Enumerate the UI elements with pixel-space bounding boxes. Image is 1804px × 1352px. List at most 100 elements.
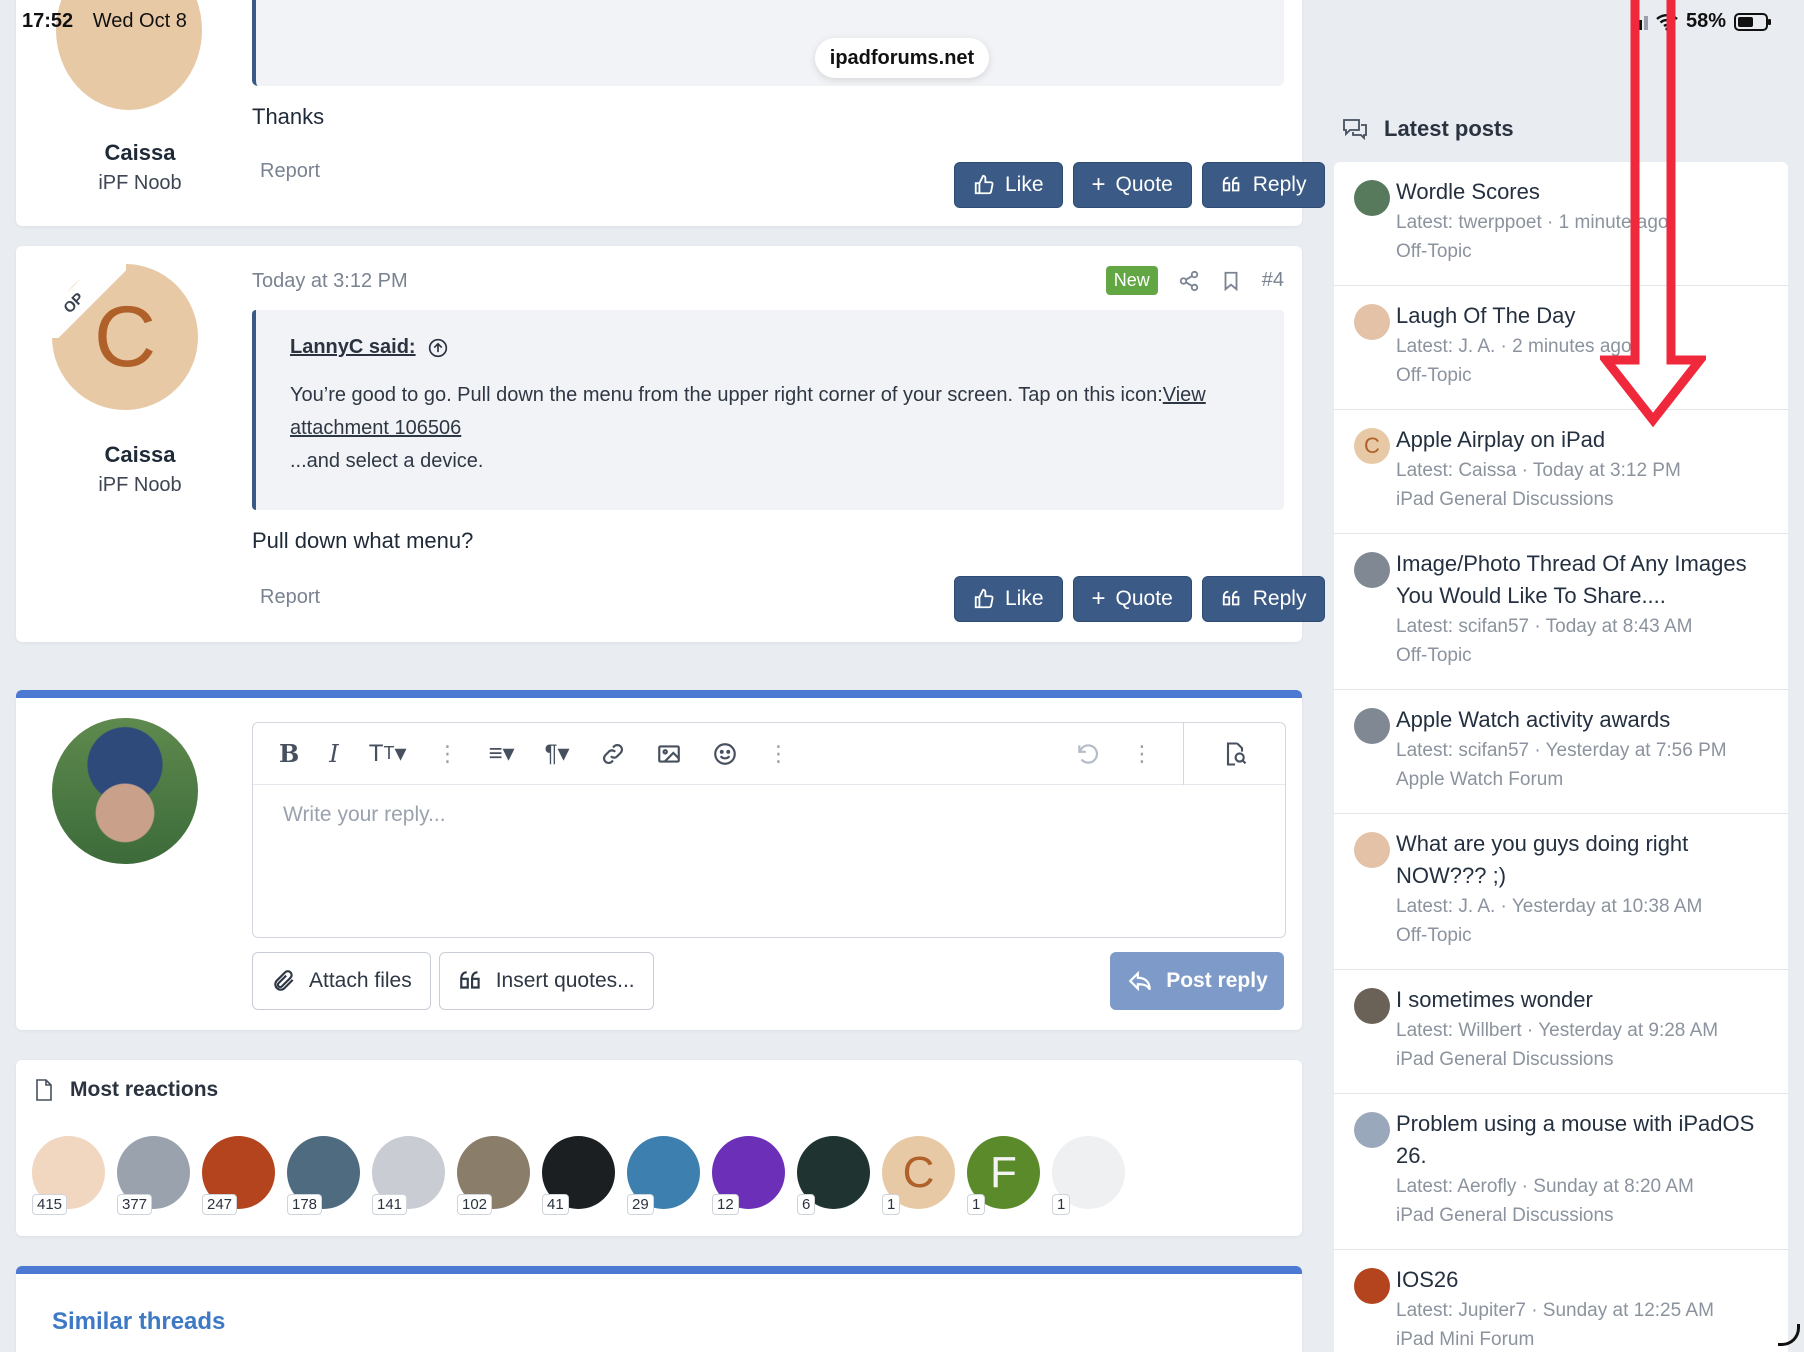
bold-icon[interactable]: B	[279, 739, 299, 768]
latest-post-forum[interactable]: iPad Mini Forum	[1396, 1325, 1772, 1352]
reaction-user-avatar[interactable]: 247	[202, 1136, 275, 1215]
quote-author[interactable]: LannyC said:	[290, 336, 416, 359]
attach-row: Attach files Insert quotes...	[252, 952, 654, 1010]
reply-button[interactable]: Reply	[1201, 576, 1326, 622]
latest-post-forum[interactable]: Off-Topic	[1396, 237, 1772, 266]
reaction-user-avatar[interactable]: 41	[542, 1136, 615, 1215]
latest-post-item[interactable]: Wordle Scores Latest: twerppoet · 1 minut…	[1334, 162, 1788, 286]
reaction-user-avatar[interactable]: 6	[797, 1136, 870, 1215]
preview-icon[interactable]	[1183, 723, 1285, 785]
share-icon[interactable]	[1178, 270, 1200, 292]
author-name[interactable]: Caissa	[40, 442, 240, 468]
smiley-icon[interactable]	[712, 741, 738, 767]
italic-icon[interactable]: I	[329, 740, 338, 768]
reaction-user-avatar[interactable]: 415	[32, 1136, 105, 1215]
avatar[interactable]	[1354, 1112, 1390, 1148]
latest-post-forum[interactable]: Apple Watch Forum	[1396, 765, 1772, 794]
reply-editor[interactable]: B I T T ▾ ⋮ ≡▾ ¶▾ ⋮ ⋮ Write your reply..…	[252, 722, 1286, 938]
quote-button[interactable]: + Quote	[1072, 162, 1192, 208]
reaction-user-avatar[interactable]: C1	[882, 1136, 955, 1215]
post-timestamp[interactable]: Today at 3:12 PM	[252, 270, 408, 293]
latest-post-title[interactable]: IOS26	[1396, 1264, 1772, 1296]
latest-post-title[interactable]: Wordle Scores	[1396, 176, 1772, 208]
reaction-user-avatar[interactable]: 12	[712, 1136, 785, 1215]
reaction-user-avatar[interactable]: 178	[287, 1136, 360, 1215]
like-button[interactable]: Like	[954, 162, 1063, 208]
latest-post-forum[interactable]: iPad General Discussions	[1396, 1201, 1772, 1230]
reply-input-placeholder[interactable]: Write your reply...	[283, 803, 446, 827]
avatar[interactable]: C	[1354, 428, 1390, 464]
avatar[interactable]	[1354, 1268, 1390, 1304]
latest-post-meta[interactable]: Latest: scifan57 · Yesterday at 7:56 PM	[1396, 736, 1772, 765]
quote-header[interactable]: LannyC said:	[290, 336, 1250, 359]
latest-post-item[interactable]: C Apple Airplay on iPad Latest: Caissa · T…	[1334, 410, 1788, 534]
reply-button[interactable]: Reply	[1201, 162, 1326, 208]
latest-post-title[interactable]: Image/Photo Thread Of Any Images You Wou…	[1396, 548, 1772, 612]
latest-post-title[interactable]: Laugh Of The Day	[1396, 300, 1772, 332]
similar-threads-title[interactable]: Similar threads	[52, 1308, 225, 1336]
insert-quotes-button[interactable]: Insert quotes...	[438, 952, 654, 1010]
quote-button[interactable]: + Quote	[1072, 576, 1192, 622]
latest-post-forum[interactable]: Off-Topic	[1396, 921, 1772, 950]
latest-post-forum[interactable]: Off-Topic	[1396, 641, 1772, 670]
latest-post-title[interactable]: Apple Watch activity awards	[1396, 704, 1772, 736]
attachment-link-view[interactable]: View	[1163, 384, 1206, 406]
reaction-user-avatar[interactable]: 29	[627, 1136, 700, 1215]
paragraph-icon[interactable]: ¶▾	[545, 739, 570, 768]
status-time: 17:52	[22, 10, 74, 32]
reaction-user-avatar[interactable]: 1	[1052, 1136, 1125, 1215]
latest-post-title[interactable]: I sometimes wonder	[1396, 984, 1772, 1016]
more-icon[interactable]: ⋮	[437, 741, 459, 767]
latest-post-title[interactable]: Apple Airplay on iPad	[1396, 424, 1772, 456]
text-size-icon[interactable]: T T ▾	[369, 739, 407, 768]
undo-icon[interactable]	[1075, 741, 1101, 767]
latest-post-meta[interactable]: Latest: Caissa · Today at 3:12 PM	[1396, 456, 1772, 485]
avatar[interactable]	[1354, 180, 1390, 216]
post-reply-button[interactable]: Post reply	[1110, 952, 1284, 1010]
reaction-user-avatar[interactable]: F1	[967, 1136, 1040, 1215]
more-icon[interactable]: ⋮	[768, 741, 790, 767]
avatar[interactable]	[1354, 304, 1390, 340]
post-number[interactable]: #4	[1262, 269, 1284, 292]
align-icon[interactable]: ≡▾	[489, 739, 515, 768]
latest-post-meta[interactable]: Latest: Willbert · Yesterday at 9:28 AM	[1396, 1016, 1772, 1045]
author-name[interactable]: Caissa	[40, 140, 240, 166]
latest-post-title[interactable]: Problem using a mouse with iPadOS 26.	[1396, 1108, 1772, 1172]
latest-post-meta[interactable]: Latest: J. A. · Yesterday at 10:38 AM	[1396, 892, 1772, 921]
attachment-link[interactable]: attachment 106506	[290, 417, 461, 439]
bookmark-icon[interactable]	[1220, 270, 1242, 292]
latest-post-item[interactable]: Image/Photo Thread Of Any Images You Wou…	[1334, 534, 1788, 690]
latest-post-item[interactable]: Problem using a mouse with iPadOS 26. Lat…	[1334, 1094, 1788, 1250]
avatar[interactable]	[1354, 832, 1390, 868]
avatar[interactable]	[1354, 552, 1390, 588]
avatar[interactable]	[1354, 708, 1390, 744]
latest-post-item[interactable]: What are you guys doing right NOW??? ;) L…	[1334, 814, 1788, 970]
avatar[interactable]	[1354, 988, 1390, 1024]
reaction-user-avatar[interactable]: 377	[117, 1136, 190, 1215]
arrow-up-circle-icon[interactable]	[428, 338, 448, 358]
latest-post-meta[interactable]: Latest: J. A. · 2 minutes ago	[1396, 332, 1772, 361]
latest-post-meta[interactable]: Latest: Aerofly · Sunday at 8:20 AM	[1396, 1172, 1772, 1201]
link-icon[interactable]	[600, 741, 626, 767]
like-button[interactable]: Like	[954, 576, 1063, 622]
attach-files-button[interactable]: Attach files	[252, 952, 431, 1010]
latest-post-title[interactable]: What are you guys doing right NOW??? ;)	[1396, 828, 1772, 892]
latest-post-item[interactable]: IOS26 Latest: Jupiter7 · Sunday at 12:25 …	[1334, 1250, 1788, 1352]
latest-post-item[interactable]: Apple Watch activity awards Latest: scifa…	[1334, 690, 1788, 814]
latest-post-meta[interactable]: Latest: scifan57 · Today at 8:43 AM	[1396, 612, 1772, 641]
latest-post-item[interactable]: I sometimes wonder Latest: Willbert · Yes…	[1334, 970, 1788, 1094]
latest-post-forum[interactable]: Off-Topic	[1396, 361, 1772, 390]
reaction-user-avatar[interactable]: 102	[457, 1136, 530, 1215]
current-user-avatar[interactable]	[52, 718, 198, 864]
latest-post-forum[interactable]: iPad General Discussions	[1396, 485, 1772, 514]
latest-post-meta[interactable]: Latest: twerppoet · 1 minute ago	[1396, 208, 1772, 237]
reaction-user-avatar[interactable]: 141	[372, 1136, 445, 1215]
more-icon[interactable]: ⋮	[1131, 741, 1153, 767]
latest-post-forum[interactable]: iPad General Discussions	[1396, 1045, 1772, 1074]
latest-post-item[interactable]: Laugh Of The Day Latest: J. A. · 2 minute…	[1334, 286, 1788, 410]
report-link[interactable]: Report	[260, 160, 320, 183]
report-link[interactable]: Report	[260, 586, 320, 609]
image-icon[interactable]	[656, 741, 682, 767]
url-bar[interactable]: ipadforums.net	[815, 38, 989, 78]
latest-post-meta[interactable]: Latest: Jupiter7 · Sunday at 12:25 AM	[1396, 1296, 1772, 1325]
